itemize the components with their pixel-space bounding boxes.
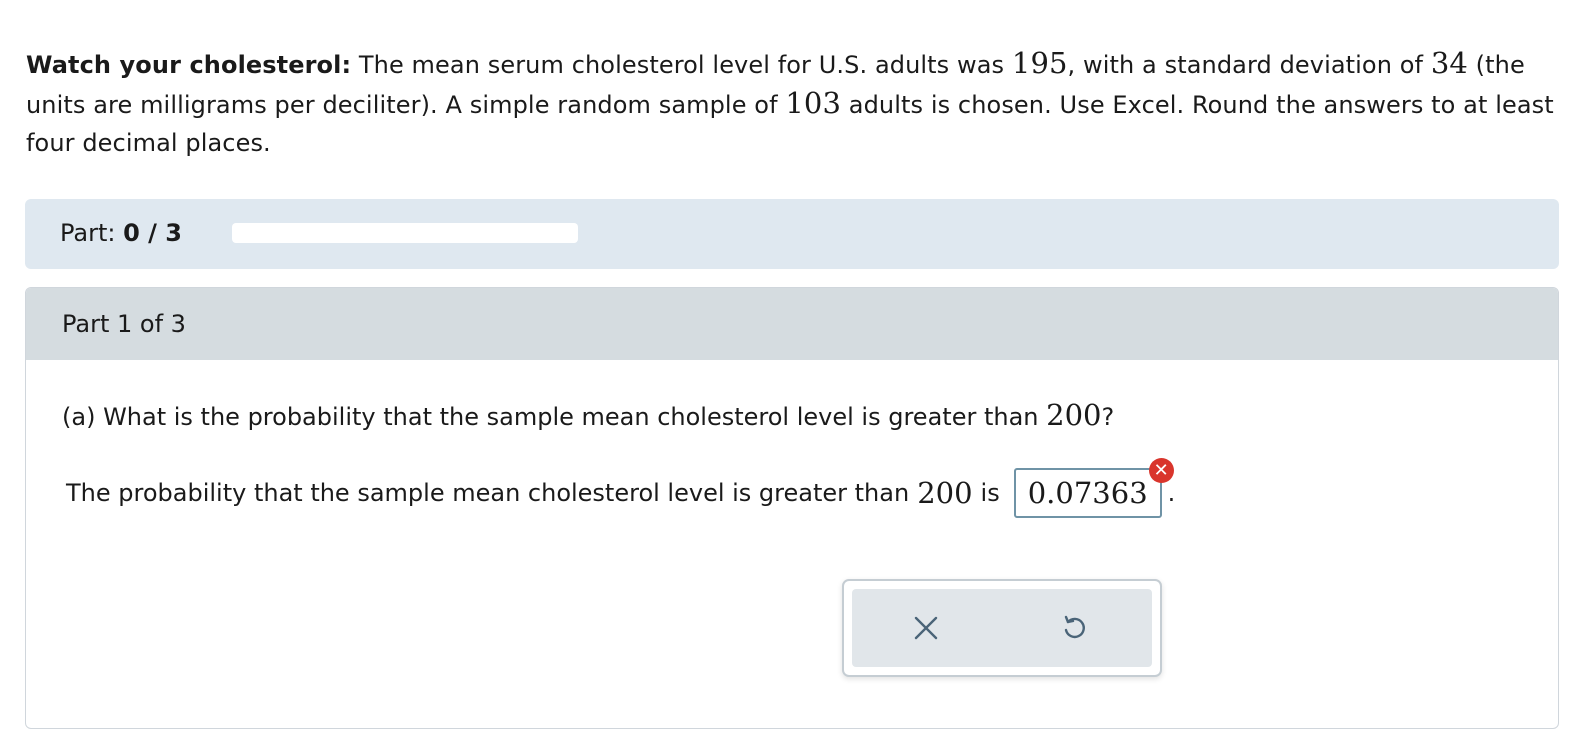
- progress-count: 0 / 3: [123, 219, 182, 247]
- progress-panel: Part: 0 / 3: [25, 199, 1559, 269]
- answer-input-value: 0.07363: [1027, 476, 1148, 510]
- error-icon: ✕: [1148, 458, 1174, 483]
- problem-title: Watch your cholesterol:: [26, 51, 352, 79]
- answer-is: is: [980, 479, 1000, 507]
- problem-statement: Watch your cholesterol: The mean serum c…: [26, 44, 1556, 162]
- mean-value: 195: [1011, 46, 1068, 80]
- action-toolbar-inner: [852, 589, 1152, 667]
- sample-size-value: 103: [785, 86, 842, 120]
- part-card: Part 1 of 3 (a) What is the probability …: [25, 287, 1559, 729]
- progress-label-text: Part:: [60, 219, 116, 247]
- answer-period: .: [1167, 479, 1176, 507]
- answer-input[interactable]: 0.07363 ✕: [1013, 458, 1174, 518]
- undo-icon: [1064, 615, 1085, 639]
- part-header-label: Part 1 of 3: [62, 310, 186, 338]
- close-icon: [914, 616, 938, 640]
- question-value: 200: [1046, 398, 1102, 432]
- answer-line: The probability that the sample mean cho…: [66, 458, 1176, 518]
- question-text: (a) What is the probability that the sam…: [62, 398, 1114, 432]
- answer-threshold-value: 200: [917, 476, 973, 510]
- answer-text: The probability that the sample mean cho…: [66, 479, 910, 507]
- undo-button[interactable]: [1054, 608, 1094, 648]
- question-end: ?: [1101, 403, 1115, 431]
- progress-bar: [232, 223, 578, 243]
- question-body: (a) What is the probability that the sam…: [62, 403, 1039, 431]
- problem-text-2: , with a standard deviation of: [1067, 51, 1424, 79]
- clear-button[interactable]: [906, 608, 946, 648]
- part-header: Part 1 of 3: [26, 288, 1558, 360]
- problem-text-1: The mean serum cholesterol level for U.S…: [358, 51, 1005, 79]
- action-toolbar: [842, 579, 1162, 677]
- sd-value: 34: [1430, 46, 1468, 80]
- progress-label: Part: 0 / 3: [60, 219, 182, 247]
